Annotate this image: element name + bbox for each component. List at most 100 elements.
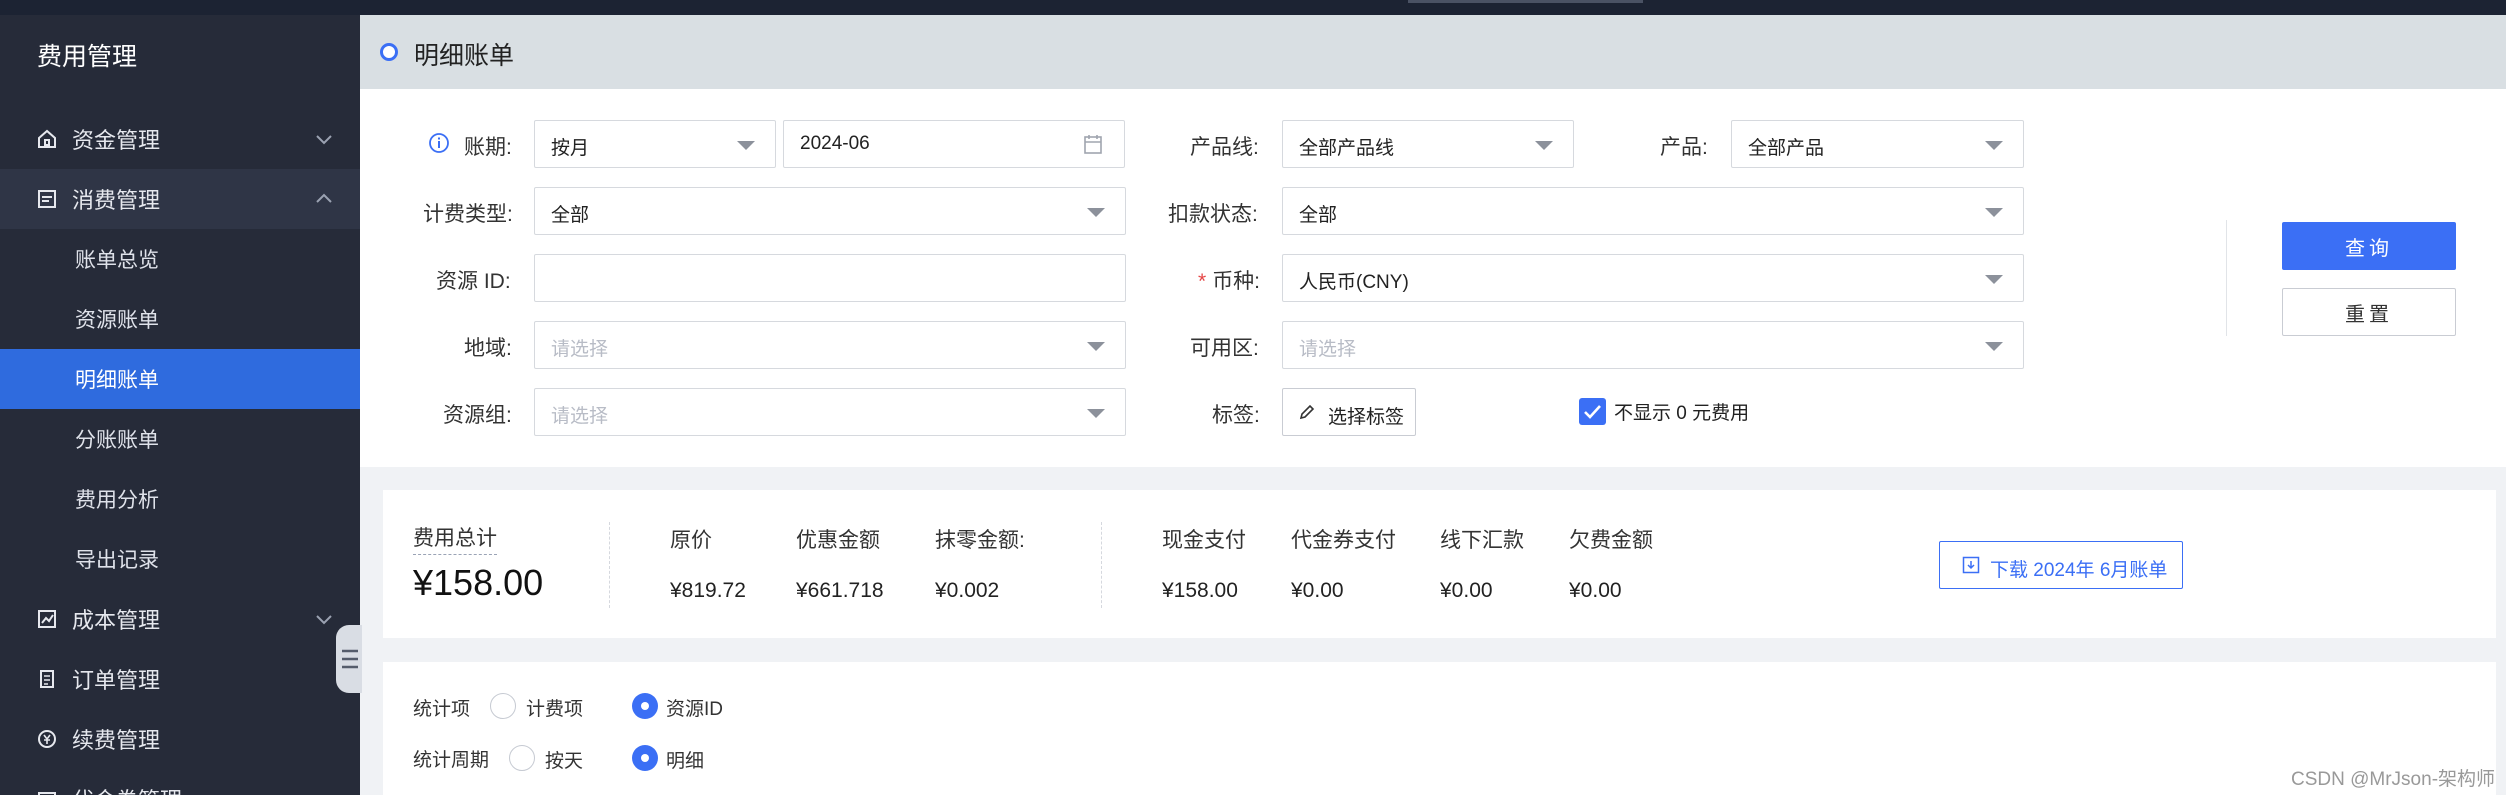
summary-divider bbox=[1101, 522, 1102, 608]
zone-placeholder: 请选择 bbox=[1299, 339, 1357, 360]
caret-down-icon bbox=[1985, 342, 2003, 351]
sidebar-collapse-handle[interactable] bbox=[336, 625, 362, 693]
resource-group-label: 资源组: bbox=[443, 404, 512, 427]
discount-label: 优惠金额 bbox=[796, 529, 880, 552]
zone-select[interactable]: 请选择 bbox=[1282, 321, 2024, 369]
billing-type-select[interactable]: 全部 bbox=[534, 187, 1126, 235]
radio-detail[interactable] bbox=[632, 745, 658, 771]
caret-down-icon bbox=[1985, 275, 2003, 284]
period-month-value: 2024-06 bbox=[800, 133, 870, 154]
sidebar-title: 费用管理 bbox=[37, 43, 138, 71]
sidebar-item-renew[interactable]: 续费管理 bbox=[0, 709, 360, 769]
sidebar-sub-label: 分账账单 bbox=[75, 429, 159, 452]
hide-zero-label: 不显示 0 元费用 bbox=[1614, 403, 1750, 424]
info-icon[interactable] bbox=[428, 132, 450, 154]
offline-value: ¥0.00 bbox=[1440, 579, 1493, 602]
product-line-value: 全部产品线 bbox=[1299, 138, 1395, 159]
original-price-label: 原价 bbox=[670, 529, 712, 552]
coupon-icon bbox=[38, 792, 56, 795]
period-mode-value: 按月 bbox=[551, 138, 590, 159]
offline-label: 线下汇款 bbox=[1440, 529, 1524, 552]
sidebar-sub-detail-bill[interactable]: 明细账单 bbox=[0, 349, 360, 409]
sidebar-sub-export-records[interactable]: 导出记录 bbox=[0, 529, 360, 589]
radio-detail-label[interactable]: 明细 bbox=[666, 746, 704, 773]
cash-value: ¥158.00 bbox=[1162, 579, 1238, 602]
resource-group-select[interactable]: 请选择 bbox=[534, 388, 1126, 436]
caret-down-icon bbox=[1985, 208, 2003, 217]
select-tag-label: 选择标签 bbox=[1328, 407, 1405, 428]
deduct-status-select[interactable]: 全部 bbox=[1282, 187, 2024, 235]
query-button[interactable]: 查询 bbox=[2282, 222, 2456, 270]
select-tag-button[interactable]: 选择标签 bbox=[1282, 388, 1416, 436]
sidebar-item-consumption[interactable]: 消费管理 bbox=[0, 169, 360, 229]
sidebar-item-cost[interactable]: 成本管理 bbox=[0, 589, 360, 649]
required-mark: * bbox=[1198, 270, 1207, 293]
billing-type-label: 计费类型: bbox=[423, 203, 513, 226]
discount-value: ¥661.718 bbox=[796, 579, 884, 602]
resource-id-label: 资源 ID: bbox=[436, 270, 511, 293]
caret-down-icon bbox=[1087, 409, 1105, 418]
caret-down-icon bbox=[1087, 208, 1105, 217]
sidebar-item-funds[interactable]: 资金管理 bbox=[0, 109, 360, 169]
home-icon bbox=[38, 129, 56, 148]
cash-label: 现金支付 bbox=[1162, 529, 1246, 552]
cost-summary: 费用总计 ¥158.00 原价 ¥819.72 优惠金额 ¥661.718 抹零… bbox=[383, 490, 2496, 638]
caret-down-icon bbox=[737, 141, 755, 150]
sidebar-sub-resource-bill[interactable]: 资源账单 bbox=[0, 289, 360, 349]
chevron-down-icon bbox=[316, 615, 332, 625]
radio-resource-id[interactable] bbox=[632, 693, 658, 719]
currency-value: 人民币(CNY) bbox=[1299, 272, 1409, 293]
original-price-value: ¥819.72 bbox=[670, 579, 746, 602]
bill-icon bbox=[38, 190, 56, 208]
zone-label: 可用区: bbox=[1190, 337, 1259, 360]
period-month-picker[interactable]: 2024-06 bbox=[783, 120, 1125, 168]
radio-by-day[interactable] bbox=[509, 745, 535, 771]
sidebar-sub-label: 费用分析 bbox=[75, 489, 159, 512]
radio-billing-item[interactable] bbox=[490, 693, 516, 719]
currency-label-text: 币种: bbox=[1212, 270, 1261, 293]
region-select[interactable]: 请选择 bbox=[534, 321, 1126, 369]
product-value: 全部产品 bbox=[1748, 138, 1825, 159]
period-label: 账期: bbox=[464, 136, 512, 159]
sidebar-sub-split-bill[interactable]: 分账账单 bbox=[0, 409, 360, 469]
edit-icon bbox=[1299, 404, 1315, 420]
currency-label: * 币种: bbox=[1198, 265, 1260, 295]
period-mode-select[interactable]: 按月 bbox=[534, 120, 776, 168]
arrears-label: 欠费金额 bbox=[1569, 529, 1653, 552]
chevron-down-icon bbox=[316, 135, 332, 145]
sidebar-item-label: 消费管理 bbox=[72, 188, 161, 213]
product-line-select[interactable]: 全部产品线 bbox=[1282, 120, 1574, 168]
hide-zero-checkbox[interactable] bbox=[1579, 398, 1606, 425]
sidebar-sub-label: 资源账单 bbox=[75, 309, 159, 332]
total-label[interactable]: 费用总计 bbox=[413, 522, 497, 555]
rounding-value: ¥0.002 bbox=[935, 579, 1000, 602]
resource-id-input[interactable] bbox=[534, 254, 1126, 302]
calendar-icon bbox=[1084, 135, 1102, 154]
tag-label: 标签: bbox=[1212, 404, 1260, 427]
sidebar-item-label: 代金券管理 bbox=[72, 783, 182, 795]
watermark: CSDN @MrJson-架构师 bbox=[2291, 769, 2496, 790]
chart-icon bbox=[38, 610, 56, 628]
radio-by-day-label[interactable]: 按天 bbox=[545, 746, 583, 773]
reset-button[interactable]: 重置 bbox=[2282, 288, 2456, 336]
region-label: 地域: bbox=[464, 337, 512, 360]
caret-down-icon bbox=[1535, 141, 1553, 150]
sidebar-item-coupons[interactable]: 代金券管理 bbox=[0, 769, 360, 795]
caret-down-icon bbox=[1087, 342, 1105, 351]
sidebar-item-label: 订单管理 bbox=[72, 668, 161, 693]
product-select[interactable]: 全部产品 bbox=[1731, 120, 2024, 168]
download-bill-button[interactable]: 下载 2024年 6月账单 bbox=[1939, 541, 2183, 589]
radio-billing-item-label[interactable]: 计费项 bbox=[526, 694, 583, 721]
voucher-label: 代金券支付 bbox=[1291, 529, 1396, 552]
sidebar-sub-cost-analysis[interactable]: 费用分析 bbox=[0, 469, 360, 529]
hide-zero-option[interactable]: 不显示 0 元费用 bbox=[1579, 398, 1749, 425]
sidebar-item-orders[interactable]: 订单管理 bbox=[0, 649, 360, 709]
sidebar-item-label: 成本管理 bbox=[72, 608, 161, 633]
resource-group-placeholder: 请选择 bbox=[551, 406, 609, 427]
currency-select[interactable]: 人民币(CNY) bbox=[1282, 254, 2024, 302]
sidebar-sub-label: 明细账单 bbox=[75, 369, 159, 392]
filter-panel: 账期: 按月 2024-06 产品线: 全部产品线 产品: 全部产品 计费类型:… bbox=[360, 89, 2506, 467]
radio-resource-id-label[interactable]: 资源ID bbox=[666, 694, 723, 721]
sidebar-sub-bill-overview[interactable]: 账单总览 bbox=[0, 229, 360, 289]
region-placeholder: 请选择 bbox=[551, 339, 609, 360]
